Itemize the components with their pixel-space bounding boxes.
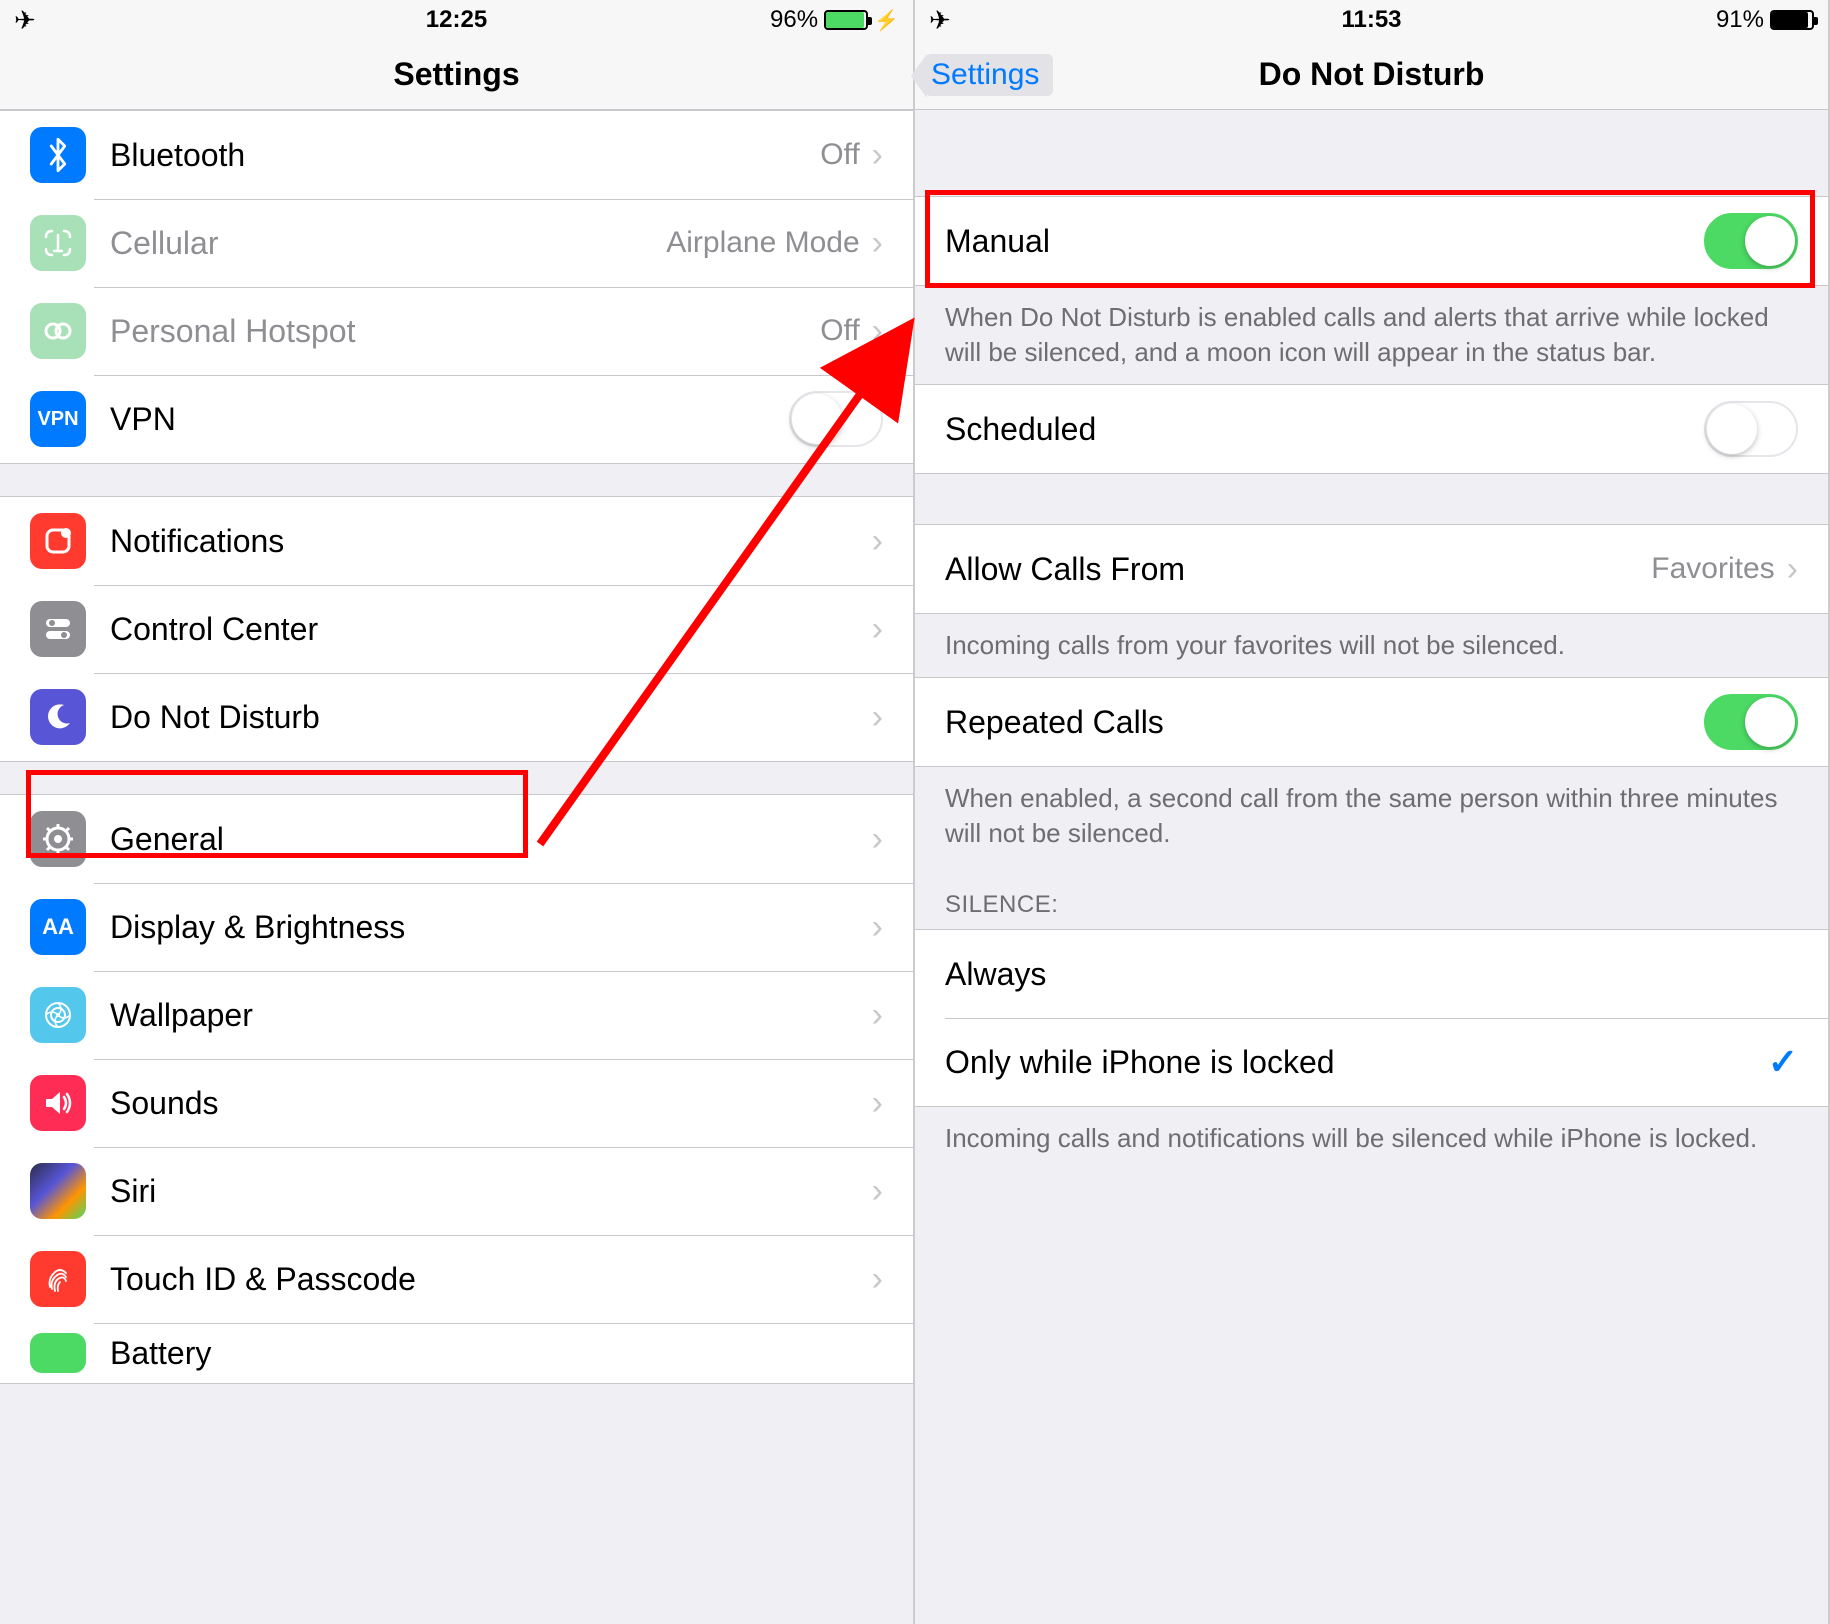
silence-footer: Incoming calls and notifications will be… bbox=[915, 1107, 1828, 1170]
chevron-right-icon: › bbox=[872, 820, 883, 859]
status-time: 11:53 bbox=[1224, 6, 1519, 34]
chevron-right-icon: › bbox=[872, 1172, 883, 1211]
chevron-right-icon: › bbox=[872, 1260, 883, 1299]
row-label: Cellular bbox=[110, 225, 666, 262]
row-siri[interactable]: Siri › bbox=[0, 1147, 913, 1235]
row-label: Manual bbox=[945, 223, 1704, 260]
display-icon: AA bbox=[30, 899, 86, 955]
row-bluetooth[interactable]: Bluetooth Off › bbox=[0, 111, 913, 199]
battery-percent: 91% bbox=[1716, 6, 1764, 34]
scheduled-toggle[interactable] bbox=[1704, 401, 1798, 457]
battery-percent: 96% bbox=[770, 6, 818, 34]
charging-bolt-icon: ⚡ bbox=[874, 8, 899, 33]
row-label: Repeated Calls bbox=[945, 704, 1704, 741]
chevron-right-icon: › bbox=[872, 996, 883, 1035]
vpn-icon: VPN bbox=[30, 391, 86, 447]
row-vpn[interactable]: VPN VPN bbox=[0, 375, 913, 463]
battery-icon bbox=[824, 10, 868, 30]
siri-icon bbox=[30, 1163, 86, 1219]
row-display[interactable]: AA Display & Brightness › bbox=[0, 883, 913, 971]
nav-bar: Settings Do Not Disturb bbox=[915, 40, 1828, 110]
chevron-right-icon: › bbox=[872, 522, 883, 561]
status-bar: ✈ 11:53 91% bbox=[915, 0, 1828, 40]
row-wallpaper[interactable]: Wallpaper › bbox=[0, 971, 913, 1059]
row-label: Bluetooth bbox=[110, 137, 820, 174]
row-notifications[interactable]: Notifications › bbox=[0, 497, 913, 585]
row-label: Do Not Disturb bbox=[110, 699, 872, 736]
moon-icon bbox=[30, 689, 86, 745]
repeated-footer: When enabled, a second call from the sam… bbox=[915, 767, 1828, 865]
fingerprint-icon bbox=[30, 1251, 86, 1307]
row-label: Siri bbox=[110, 1173, 872, 1210]
row-battery[interactable]: Battery bbox=[0, 1323, 913, 1383]
airplane-mode-icon: ✈ bbox=[14, 5, 36, 36]
row-value: Favorites bbox=[1651, 552, 1774, 586]
status-time: 12:25 bbox=[309, 6, 604, 34]
row-label: VPN bbox=[110, 401, 789, 438]
cellular-icon bbox=[30, 215, 86, 271]
row-label: Control Center bbox=[110, 611, 872, 648]
row-silence-only-locked[interactable]: Only while iPhone is locked ✓ bbox=[915, 1018, 1828, 1106]
row-sounds[interactable]: Sounds › bbox=[0, 1059, 913, 1147]
battery-row-icon bbox=[30, 1333, 86, 1373]
chevron-right-icon: › bbox=[872, 908, 883, 947]
row-value: Airplane Mode bbox=[666, 226, 859, 260]
row-value: Off bbox=[820, 314, 859, 348]
row-label: Wallpaper bbox=[110, 997, 872, 1034]
repeated-toggle[interactable] bbox=[1704, 694, 1798, 750]
settings-screen: ✈ 12:25 96% ⚡ Settings Bluetooth Off › bbox=[0, 0, 915, 1624]
row-label: Battery bbox=[110, 1335, 883, 1372]
manual-toggle[interactable] bbox=[1704, 213, 1798, 269]
vpn-toggle[interactable] bbox=[789, 391, 883, 447]
row-label: Allow Calls From bbox=[945, 551, 1651, 588]
wallpaper-icon bbox=[30, 987, 86, 1043]
chevron-right-icon: › bbox=[872, 224, 883, 263]
row-cellular[interactable]: Cellular Airplane Mode › bbox=[0, 199, 913, 287]
row-general[interactable]: General › bbox=[0, 795, 913, 883]
chevron-right-icon: › bbox=[872, 610, 883, 649]
row-repeated-calls[interactable]: Repeated Calls bbox=[915, 678, 1828, 766]
checkmark-icon: ✓ bbox=[1768, 1041, 1798, 1083]
row-hotspot[interactable]: Personal Hotspot Off › bbox=[0, 287, 913, 375]
row-label: Always bbox=[945, 956, 1798, 993]
row-label: Touch ID & Passcode bbox=[110, 1261, 872, 1298]
allow-footer: Incoming calls from your favorites will … bbox=[915, 614, 1828, 677]
row-silence-always[interactable]: Always bbox=[915, 930, 1828, 1018]
manual-footer: When Do Not Disturb is enabled calls and… bbox=[915, 286, 1828, 384]
page-title: Settings bbox=[0, 56, 913, 93]
hotspot-icon bbox=[30, 303, 86, 359]
speaker-icon bbox=[30, 1075, 86, 1131]
bluetooth-icon bbox=[30, 127, 86, 183]
row-label: Personal Hotspot bbox=[110, 313, 820, 350]
chevron-right-icon: › bbox=[872, 1084, 883, 1123]
row-manual[interactable]: Manual bbox=[915, 197, 1828, 285]
row-label: Display & Brightness bbox=[110, 909, 872, 946]
gear-icon bbox=[30, 811, 86, 867]
airplane-mode-icon: ✈ bbox=[929, 5, 951, 36]
row-allow-calls-from[interactable]: Allow Calls From Favorites › bbox=[915, 525, 1828, 613]
row-value: Off bbox=[820, 138, 859, 172]
control-center-icon bbox=[30, 601, 86, 657]
chevron-right-icon: › bbox=[872, 698, 883, 737]
silence-header: SILENCE: bbox=[915, 865, 1828, 929]
nav-bar: Settings bbox=[0, 40, 913, 110]
back-label: Settings bbox=[931, 58, 1039, 92]
row-label: Notifications bbox=[110, 523, 872, 560]
battery-icon bbox=[1770, 10, 1814, 30]
row-label: Scheduled bbox=[945, 411, 1704, 448]
row-label: Only while iPhone is locked bbox=[945, 1044, 1768, 1081]
dnd-screen: ✈ 11:53 91% Settings Do Not Disturb Manu… bbox=[915, 0, 1830, 1624]
chevron-right-icon: › bbox=[872, 136, 883, 175]
row-scheduled[interactable]: Scheduled bbox=[915, 385, 1828, 473]
row-touchid[interactable]: Touch ID & Passcode › bbox=[0, 1235, 913, 1323]
chevron-right-icon: › bbox=[872, 312, 883, 351]
status-bar: ✈ 12:25 96% ⚡ bbox=[0, 0, 913, 40]
row-control-center[interactable]: Control Center › bbox=[0, 585, 913, 673]
notifications-icon bbox=[30, 513, 86, 569]
row-label: General bbox=[110, 821, 872, 858]
row-label: Sounds bbox=[110, 1085, 872, 1122]
back-button[interactable]: Settings bbox=[925, 54, 1053, 96]
row-do-not-disturb[interactable]: Do Not Disturb › bbox=[0, 673, 913, 761]
chevron-right-icon: › bbox=[1787, 550, 1798, 589]
